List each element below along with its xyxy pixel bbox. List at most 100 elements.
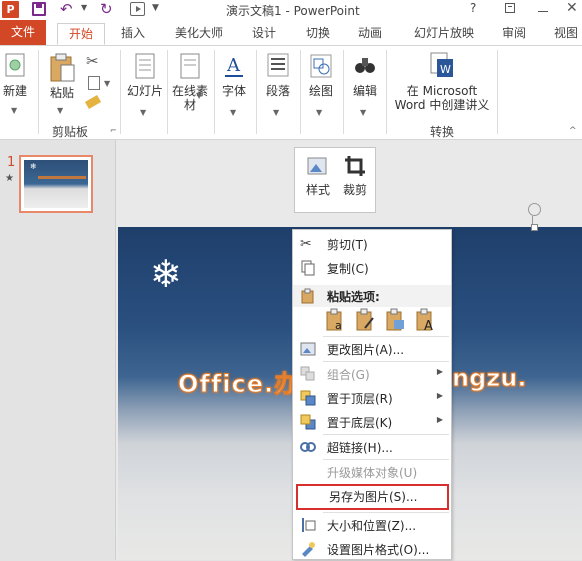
menu-item-send-to-back[interactable]: 置于底层(K) ▶	[293, 410, 451, 434]
style-label: 样式	[305, 183, 330, 197]
cut-icon[interactable]: ✂	[86, 52, 99, 70]
rotation-handle[interactable]	[528, 203, 541, 216]
group-separator	[38, 50, 39, 134]
menu-item-size-position[interactable]: 大小和位置(Z)...	[293, 513, 451, 537]
thumbnail-text-bar	[38, 176, 86, 179]
paste-clipboard-icon	[300, 288, 316, 307]
copy-icon[interactable]	[88, 76, 100, 90]
tab-animations[interactable]: 动画	[350, 23, 390, 45]
redo-icon[interactable]: ↻	[100, 0, 113, 18]
word-handouts-icon: W	[430, 52, 453, 77]
submenu-arrow-icon: ▶	[436, 367, 443, 376]
paste-keep-text-only-icon[interactable]: A	[415, 308, 437, 334]
binoculars-icon	[355, 58, 375, 73]
group-separator	[497, 50, 498, 134]
clipboard-launcher-icon[interactable]: ⌐	[110, 126, 117, 135]
tab-insert[interactable]: 插入	[113, 23, 153, 45]
tab-review[interactable]: 审阅	[494, 23, 534, 45]
slide-thumbnail[interactable]: ❄	[19, 155, 93, 213]
undo-icon[interactable]: ↶	[60, 0, 73, 18]
menu-item-bring-to-front[interactable]: 置于顶层(R) ▶	[293, 386, 451, 410]
svg-text:a: a	[335, 319, 342, 332]
paste-options-label: 粘贴选项:	[327, 290, 380, 304]
drawing-dropdown-icon[interactable]: ▼	[316, 108, 322, 117]
menu-item-cut[interactable]: ✂ 剪切(T)	[293, 232, 451, 256]
new-slide-dropdown-icon[interactable]: ▼	[11, 106, 17, 115]
crop-label: 裁剪	[342, 183, 367, 197]
slides-button[interactable]: 幻灯片	[125, 51, 165, 98]
size-position-icon	[300, 517, 316, 533]
slide-number: 1	[7, 155, 16, 170]
group-separator	[214, 50, 215, 134]
menu-item-save-as-picture[interactable]: 另存为图片(S)...	[296, 484, 449, 510]
group-separator	[343, 50, 344, 134]
tab-file[interactable]: 文件	[0, 20, 46, 45]
new-slide-label: 新建	[2, 84, 27, 98]
group-separator	[120, 50, 121, 134]
paragraph-dropdown-icon[interactable]: ▼	[273, 108, 279, 117]
title-bar: P ↶ ▼ ↻ ▼ 演示文稿1 - PowerPoint ? ✕	[0, 0, 582, 20]
tab-beautify[interactable]: 美化大师	[165, 23, 233, 45]
new-slide-icon	[5, 53, 25, 77]
slide-title-text-right: ngzu.	[451, 364, 527, 393]
tab-view[interactable]: 视图	[546, 23, 582, 45]
menu-item-change-picture[interactable]: 更改图片(A)...	[293, 337, 451, 361]
mini-toolbar: 样式 裁剪	[294, 147, 376, 213]
tab-design[interactable]: 设计	[244, 23, 284, 45]
undo-dropdown-icon[interactable]: ▼	[81, 3, 87, 12]
style-button[interactable]: 样式	[303, 154, 333, 198]
svg-text:W: W	[440, 63, 451, 76]
drawing-button[interactable]: 绘图	[302, 51, 340, 98]
customize-quick-access-icon[interactable]: ▼	[152, 3, 159, 13]
collapse-ribbon-icon[interactable]: ^	[569, 126, 577, 136]
menu-item-group[interactable]: 组合(G) ▶	[293, 362, 451, 386]
menu-item-hyperlink[interactable]: 超链接(H)...	[293, 435, 451, 459]
font-dropdown-icon[interactable]: ▼	[230, 108, 236, 117]
editing-dropdown-icon[interactable]: ▼	[360, 108, 366, 117]
create-word-handouts-button[interactable]: W 在 Microsoft Word 中创建讲义	[390, 51, 494, 112]
paste-picture-icon[interactable]	[385, 308, 407, 334]
snowflake-icon: ❄	[30, 162, 37, 171]
paragraph-button[interactable]: 段落	[258, 51, 298, 98]
tab-transitions[interactable]: 切换	[298, 23, 338, 45]
minimize-button[interactable]	[538, 11, 548, 12]
menu-item-copy[interactable]: 复制(C)	[293, 256, 451, 280]
slides-icon	[135, 53, 155, 79]
word-handouts-label: 在 Microsoft	[406, 84, 478, 98]
powerpoint-logo-icon: P	[2, 1, 19, 18]
paste-use-destination-theme-icon[interactable]: a	[325, 308, 347, 334]
paste-dropdown-icon[interactable]: ▼	[57, 106, 63, 115]
online-material-dropdown-icon[interactable]: ▼	[196, 91, 202, 100]
copy-dropdown-icon[interactable]: ▼	[104, 79, 110, 88]
paste-button[interactable]: 粘贴	[46, 51, 78, 100]
paste-clipboard-icon	[50, 53, 75, 82]
menu-item-upgrade-media[interactable]: 升级媒体对象(U)	[293, 460, 451, 484]
tab-slideshow[interactable]: 幻灯片放映	[404, 23, 484, 45]
crop-button[interactable]: 裁剪	[338, 154, 372, 198]
tab-home[interactable]: 开始	[57, 23, 105, 45]
font-label: 字体	[221, 84, 246, 98]
online-material-icon	[180, 53, 200, 79]
save-icon[interactable]	[32, 2, 46, 16]
help-button[interactable]: ?	[470, 1, 476, 15]
menu-item-format-picture[interactable]: 设置图片格式(O)...	[293, 537, 451, 561]
paragraph-label: 段落	[265, 84, 290, 98]
resize-handle-top[interactable]	[531, 224, 538, 231]
editing-button[interactable]: 编辑	[345, 51, 385, 98]
paragraph-icon	[267, 53, 289, 77]
change-picture-icon	[300, 341, 316, 357]
close-button[interactable]: ✕	[566, 0, 578, 16]
snowflake-icon: ❄	[150, 252, 182, 296]
group-separator	[386, 50, 387, 134]
online-material-button[interactable]: 在线素 材	[168, 51, 212, 112]
new-slide-button[interactable]: 新建	[2, 51, 28, 98]
scissors-icon: ✂	[300, 236, 312, 252]
slides-dropdown-icon[interactable]: ▼	[140, 108, 146, 117]
svg-text:A: A	[226, 55, 241, 76]
drawing-label: 绘图	[308, 84, 333, 98]
paste-keep-source-formatting-icon[interactable]	[355, 308, 377, 334]
ribbon-display-options-icon[interactable]	[505, 3, 515, 13]
font-button[interactable]: A 字体	[216, 51, 252, 98]
start-slideshow-icon[interactable]	[130, 2, 145, 16]
format-painter-icon[interactable]	[84, 95, 102, 109]
